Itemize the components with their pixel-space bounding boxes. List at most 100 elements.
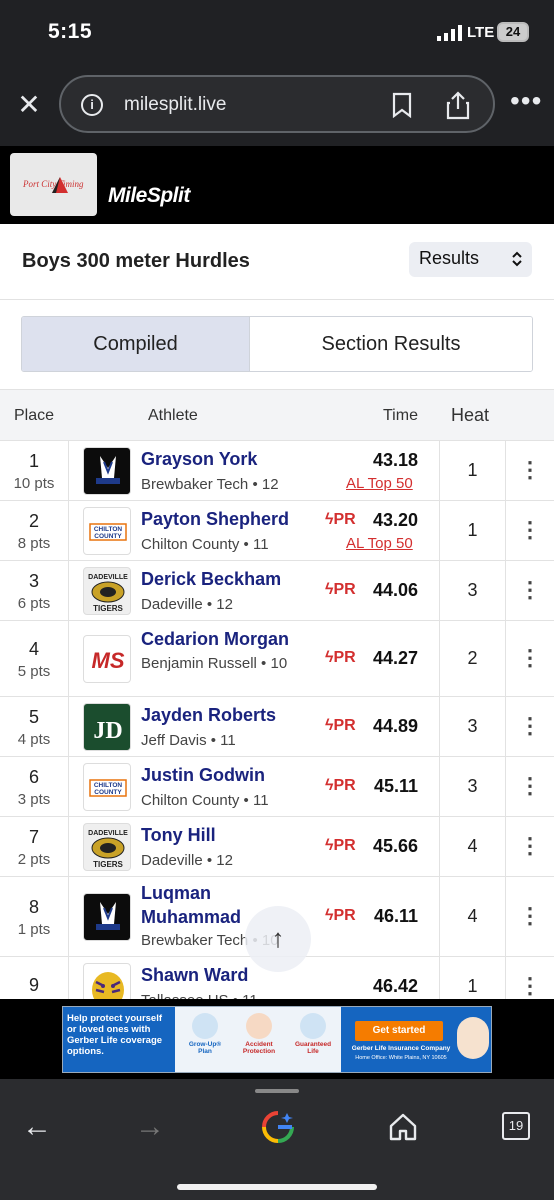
header-athlete[interactable]: Athlete — [148, 407, 198, 425]
team-logo-benjamin-russell: MS — [83, 635, 131, 683]
result-time: 45.11 — [373, 776, 418, 796]
gerber-ad[interactable]: Help protect yourself or loved ones with… — [62, 1006, 492, 1073]
row-more-icon[interactable]: ⋮ — [505, 757, 554, 816]
result-time: 43.18 — [372, 450, 418, 470]
row-more-icon[interactable]: ⋮ — [505, 817, 554, 876]
row-more-icon[interactable]: ⋮ — [505, 561, 554, 620]
back-arrow-icon[interactable]: ← — [17, 1109, 57, 1149]
athlete-team[interactable]: Dadeville • 12 — [141, 851, 233, 870]
arrow-up-icon: ↑ — [271, 923, 285, 953]
pr-badge: ϟPR — [325, 581, 356, 598]
header-heat[interactable]: Heat — [451, 405, 489, 426]
header-time[interactable]: Time — [383, 407, 418, 425]
header-place[interactable]: Place — [14, 407, 54, 425]
athlete-team[interactable]: Chilton County • 11 — [141, 535, 269, 554]
sail-icon — [52, 177, 68, 193]
forward-arrow-icon[interactable]: → — [130, 1109, 170, 1149]
more-icon[interactable]: ••• — [510, 87, 541, 121]
heat-cell: 1 — [439, 501, 505, 560]
place-points: 8 pts — [17, 535, 51, 552]
heat-cell: 3 — [439, 697, 505, 756]
pr-badge: ϟPR — [325, 907, 356, 924]
athlete-name[interactable]: Cedarion Morgan — [141, 627, 289, 651]
athlete-team[interactable]: Jeff Davis • 11 — [141, 731, 236, 750]
team-logo-brewbaker — [83, 893, 131, 941]
athlete-name[interactable]: Shawn Ward — [141, 963, 248, 987]
close-icon[interactable]: ✕ — [14, 90, 44, 120]
scroll-to-top-button[interactable]: ↑ — [245, 906, 311, 972]
place-cell: 2 8 pts — [0, 501, 69, 560]
row-more-icon[interactable]: ⋮ — [505, 957, 554, 999]
row-more-icon[interactable]: ⋮ — [505, 501, 554, 560]
bookmark-icon[interactable] — [391, 92, 413, 118]
athlete-team[interactable]: Dadeville • 12 — [141, 595, 233, 614]
team-logo-tallassee — [83, 963, 131, 999]
heat-number: 4 — [467, 836, 478, 856]
logo-text: CHILTON — [94, 526, 123, 533]
ad-step: Accident Protection — [237, 1013, 281, 1055]
table-row[interactable]: 2 8 pts CHILTON COUNTY Payton Shepherd C… — [0, 501, 554, 561]
signal-icon — [437, 25, 462, 41]
logo-text: CHILTON — [94, 782, 123, 789]
tab-switcher-button[interactable]: 19 — [502, 1112, 530, 1140]
bike-icon — [246, 1013, 272, 1039]
table-row[interactable]: 6 3 pts CHILTON COUNTY Justin Godwin Chi… — [0, 757, 554, 817]
athlete-name[interactable]: Justin Godwin — [141, 763, 265, 787]
row-more-icon[interactable]: ⋮ — [505, 441, 554, 500]
row-more-icon[interactable]: ⋮ — [505, 877, 554, 956]
athlete-team[interactable]: Brewbaker Tech • 12 — [141, 475, 279, 494]
team-logo-dadeville: DADEVILLE TIGERS — [83, 823, 131, 871]
milesplit-logo[interactable]: MileSplit — [108, 184, 190, 208]
place-number: 1 — [28, 451, 39, 471]
view-select[interactable]: Results — [409, 242, 532, 277]
place-points: 10 pts — [13, 475, 55, 492]
heat-number: 1 — [467, 520, 478, 540]
place-points: 5 pts — [17, 663, 51, 680]
athlete-name[interactable]: Jayden Roberts — [141, 703, 276, 727]
status-bar: 5:15 LTE 24 — [0, 0, 554, 66]
heat-cell: 3 — [439, 757, 505, 816]
address-bar[interactable]: i milesplit.live — [59, 75, 495, 133]
athlete-name[interactable]: Grayson York — [141, 447, 257, 471]
url-text[interactable]: milesplit.live — [124, 94, 226, 116]
share-icon[interactable] — [445, 90, 471, 120]
ad-headline: Help protect yourself or loved ones with… — [63, 1007, 175, 1072]
home-indicator[interactable] — [177, 1184, 377, 1190]
athlete-name[interactable]: Luqman Muhammad — [141, 881, 261, 929]
get-started-button[interactable]: Get started — [355, 1021, 443, 1041]
row-more-icon[interactable]: ⋮ — [505, 621, 554, 696]
top50-link[interactable]: AL Top 50 — [346, 475, 413, 492]
place-points: 4 pts — [17, 731, 51, 748]
athlete-name[interactable]: Payton Shepherd — [141, 507, 289, 531]
heat-cell: 3 — [439, 561, 505, 620]
info-icon[interactable]: i — [81, 94, 103, 116]
place-points: 2 pts — [17, 851, 51, 868]
sponsor-logo[interactable]: Port City Timing — [10, 153, 97, 216]
place-cell: 5 4 pts — [0, 697, 69, 756]
table-row[interactable]: 4 5 pts MS Cedarion Morgan Benjamin Russ… — [0, 621, 554, 697]
table-header: Place Athlete Time Heat — [0, 390, 554, 441]
table-row[interactable]: 1 10 pts Grayson York Brewbaker Tech • 1… — [0, 441, 554, 501]
place-cell: 6 3 pts — [0, 757, 69, 816]
logo-text: JD — [93, 718, 122, 744]
tab-section-results[interactable]: Section Results — [250, 317, 532, 371]
place-number: 3 — [28, 571, 39, 591]
table-row[interactable]: 3 6 pts DADEVILLE TIGERS Derick Beckham … — [0, 561, 554, 621]
athlete-team[interactable]: Benjamin Russell • 10 — [141, 654, 291, 673]
result-time: 44.06 — [372, 580, 418, 600]
place-number: 6 — [28, 767, 39, 787]
table-row[interactable]: 5 4 pts JD Jayden Roberts Jeff Davis • 1… — [0, 697, 554, 757]
athlete-team[interactable]: Tallassee HS • 11 — [141, 991, 258, 999]
logo-text: COUNTY — [94, 789, 122, 796]
home-icon[interactable] — [388, 1112, 418, 1142]
athlete-team[interactable]: Chilton County • 11 — [141, 791, 269, 810]
tab-compiled[interactable]: Compiled — [22, 317, 250, 371]
top50-link[interactable]: AL Top 50 — [346, 535, 413, 552]
athlete-name[interactable]: Derick Beckham — [141, 567, 281, 591]
table-row[interactable]: 7 2 pts DADEVILLE TIGERS Tony Hill Dadev… — [0, 817, 554, 877]
google-lens-icon[interactable] — [261, 1110, 295, 1144]
team-logo-brewbaker — [83, 447, 131, 495]
drag-handle[interactable] — [255, 1089, 299, 1093]
athlete-name[interactable]: Tony Hill — [141, 823, 216, 847]
row-more-icon[interactable]: ⋮ — [505, 697, 554, 756]
